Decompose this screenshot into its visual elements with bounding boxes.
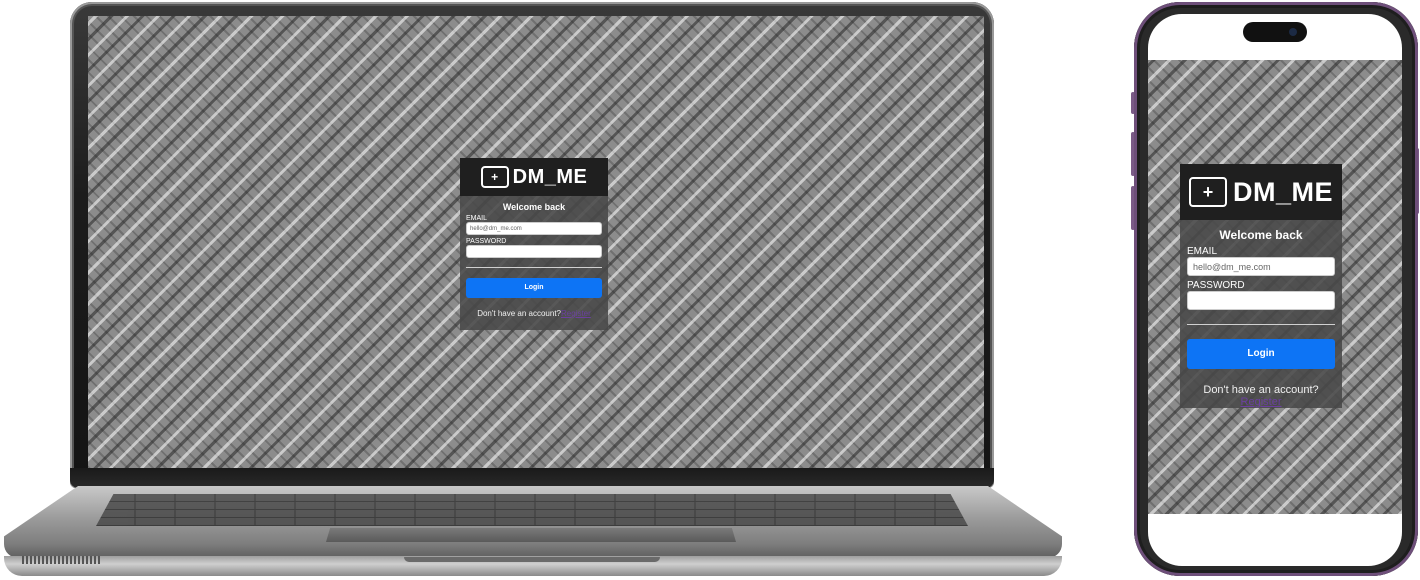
no-account-text: Don't have an account? xyxy=(477,309,561,318)
phone-screen: + DM_ME Welcome back EMAIL hello@dm_me.c… xyxy=(1148,14,1402,566)
device-mockup-stage: + DM_ME Welcome back EMAIL hello@dm_me.c… xyxy=(0,0,1420,580)
laptop-notch xyxy=(404,557,660,562)
login-button[interactable]: Login xyxy=(1187,339,1335,369)
laptop-screen: + DM_ME Welcome back EMAIL hello@dm_me.c… xyxy=(88,16,984,468)
register-prompt: Don't have an account?Register xyxy=(466,309,602,318)
login-form: Welcome back EMAIL hello@dm_me.com PASSW… xyxy=(460,196,608,318)
phone-app-viewport: + DM_ME Welcome back EMAIL hello@dm_me.c… xyxy=(1148,60,1402,514)
register-link[interactable]: Register xyxy=(561,309,591,318)
password-label: PASSWORD xyxy=(1187,280,1245,291)
card-header: + DM_ME xyxy=(460,158,608,196)
email-label: EMAIL xyxy=(466,215,488,222)
email-input[interactable]: hello@dm_me.com xyxy=(1187,257,1335,276)
login-button[interactable]: Login xyxy=(466,278,602,298)
email-label: EMAIL xyxy=(1187,246,1218,257)
password-label: PASSWORD xyxy=(466,238,507,245)
login-form: Welcome back EMAIL hello@dm_me.com PASSW… xyxy=(1180,220,1342,408)
laptop-trackpad xyxy=(326,528,736,542)
card-header: + DM_ME xyxy=(1180,164,1342,220)
welcome-heading: Welcome back xyxy=(502,202,566,212)
speaker-grille xyxy=(22,556,100,564)
chat-plus-icon: + xyxy=(480,166,509,188)
login-card: + DM_ME Welcome back EMAIL hello@dm_me.c… xyxy=(460,158,608,330)
login-card: + DM_ME Welcome back EMAIL hello@dm_me.c… xyxy=(1180,164,1342,408)
form-divider xyxy=(466,267,602,268)
form-divider xyxy=(1187,324,1335,325)
password-input[interactable] xyxy=(1187,291,1335,310)
chat-plus-icon: + xyxy=(1188,177,1227,207)
laptop-keyboard xyxy=(96,494,968,526)
email-input[interactable]: hello@dm_me.com xyxy=(466,222,602,235)
dynamic-island xyxy=(1243,22,1307,42)
register-link[interactable]: Register xyxy=(1241,396,1282,408)
logo-text: DM_ME xyxy=(512,165,588,188)
logo-text: DM_ME xyxy=(1232,176,1333,207)
password-input[interactable] xyxy=(466,245,602,258)
welcome-heading: Welcome back xyxy=(1219,228,1303,242)
register-prompt: Don't have an account?Register xyxy=(1187,384,1335,408)
no-account-text: Don't have an account? xyxy=(1203,384,1319,396)
laptop-chin xyxy=(70,468,994,488)
